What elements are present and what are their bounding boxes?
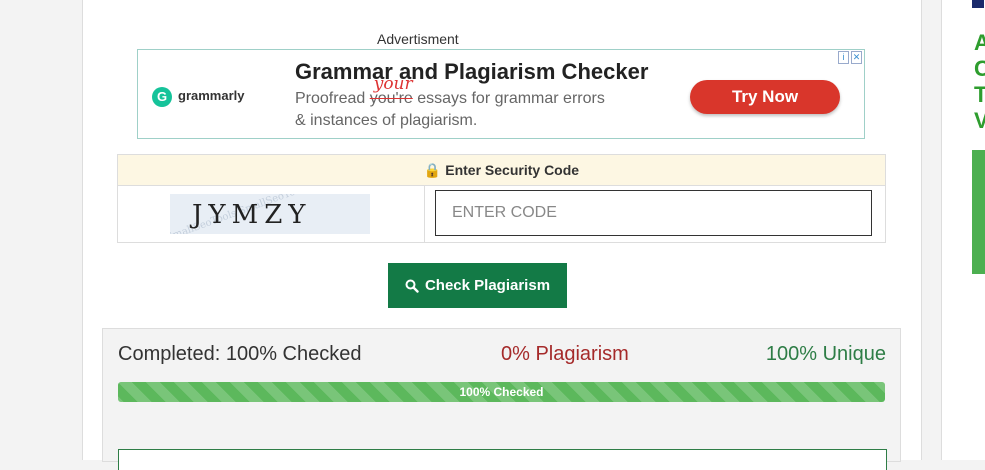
info-icon[interactable]: i [838, 51, 849, 64]
advert-banner[interactable]: i ✕ G grammarly Grammar and Plagiarism C… [137, 49, 865, 139]
advert-line-1-end: essays for grammar errors [412, 90, 605, 107]
sidebar-ad-image[interactable] [972, 150, 985, 274]
advert-brand: grammarly [178, 88, 245, 103]
security-code-panel: 🔒 Enter Security Code SmallSeoTools Smal… [117, 154, 886, 243]
grammarly-logo-icon: G [152, 87, 172, 107]
check-plagiarism-label: Check Plagiarism [424, 277, 551, 294]
advert-label: Advertisment [377, 31, 459, 47]
sidebar-badge [972, 0, 984, 8]
advert-line-1-start: Proofread [295, 90, 370, 107]
progress-fill: 100% Checked [118, 382, 885, 402]
advert-correction: you're your [370, 74, 413, 108]
close-icon[interactable]: ✕ [851, 51, 862, 64]
unique-percent: 100% Unique [765, 343, 886, 365]
advert-line-1: Proofread you're your essays for grammar … [295, 74, 605, 108]
search-icon [405, 279, 419, 293]
results-panel: Completed: 100% Checked 0% Plagiarism 10… [102, 328, 901, 470]
security-heading-text: Enter Security Code [445, 162, 580, 178]
plagiarism-percent: 0% Plagiarism [501, 343, 629, 365]
lock-icon: 🔒 [423, 162, 442, 178]
ad-choices[interactable]: i ✕ [838, 51, 862, 64]
divider [424, 186, 425, 242]
captcha-code: JYMZY [192, 200, 312, 230]
progress-bar: 100% Checked [118, 382, 885, 402]
completed-status: Completed: 100% Checked [118, 343, 362, 365]
right-sidebar: A C T V [941, 0, 985, 460]
advert-line-2: & instances of plagiarism. [295, 112, 478, 129]
try-now-button[interactable]: Try Now [690, 80, 840, 114]
security-code-input[interactable] [435, 190, 872, 236]
captcha-image: SmallSeoTools SmallSeoTools SmallSeoTool… [170, 194, 370, 234]
security-heading: 🔒 Enter Security Code [118, 155, 885, 186]
advert-title[interactable]: Grammar and Plagiarism Checker [295, 59, 648, 85]
sidebar-ad-text: A C T V [974, 30, 985, 134]
check-plagiarism-button[interactable]: Check Plagiarism [388, 263, 567, 308]
corrected-word: your [373, 74, 413, 94]
